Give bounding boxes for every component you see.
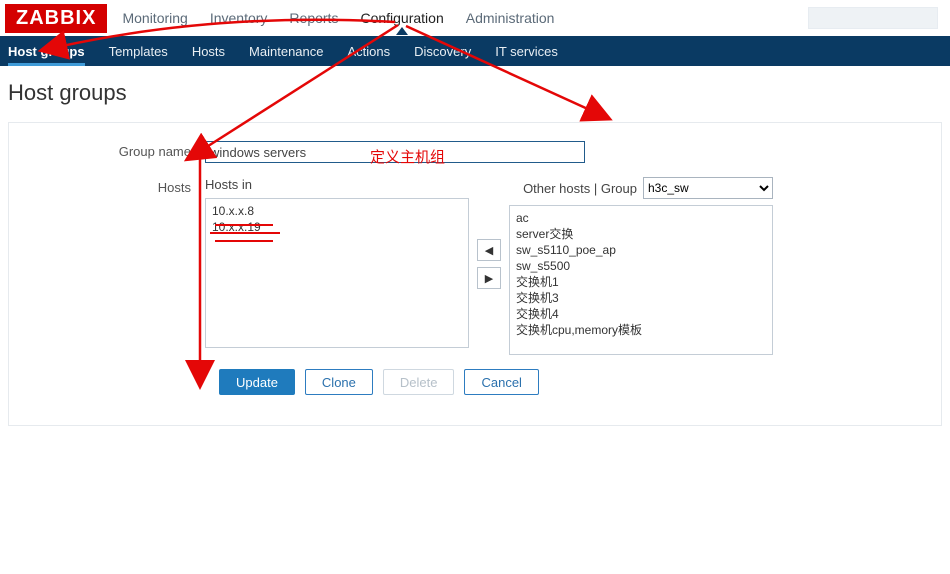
move-right-button[interactable]: ▶: [477, 267, 501, 289]
subnav-item[interactable]: Host groups: [8, 44, 85, 59]
form-panel: Group name Hosts Hosts in 10.x.x.810.x.x…: [8, 122, 942, 426]
group-name-input[interactable]: [205, 141, 585, 163]
list-item[interactable]: 10.x.x.19: [212, 219, 462, 235]
subnav-item[interactable]: Discovery: [414, 44, 471, 59]
list-item[interactable]: ac: [516, 210, 766, 226]
hosts-label: Hosts: [29, 177, 205, 199]
subnav-item[interactable]: Maintenance: [249, 44, 323, 59]
top-bar: ZABBIX Monitoring Inventory Reports Configu…: [0, 0, 950, 36]
subnav-item[interactable]: Hosts: [192, 44, 225, 59]
button-row: Update Clone Delete Cancel: [219, 369, 921, 395]
cancel-button[interactable]: Cancel: [464, 369, 538, 395]
list-item[interactable]: sw_s5110_poe_ap: [516, 242, 766, 258]
subnav-item[interactable]: Actions: [348, 44, 391, 59]
search-input[interactable]: [808, 7, 938, 29]
topnav-item[interactable]: Configuration: [360, 10, 443, 26]
list-item[interactable]: 交换机1: [516, 274, 766, 290]
topnav-item[interactable]: Administration: [466, 10, 555, 26]
clone-button[interactable]: Clone: [305, 369, 373, 395]
list-item[interactable]: server交换: [516, 226, 766, 242]
sub-nav: Host groups Templates Hosts Maintenance Acti…: [0, 36, 950, 66]
topnav-item[interactable]: Inventory: [210, 10, 268, 26]
page-title: Host groups: [0, 66, 950, 116]
top-nav: Monitoring Inventory Reports Configuration A…: [122, 10, 554, 26]
other-hosts-label: Other hosts | Group: [523, 181, 637, 196]
hosts-in-label: Hosts in: [205, 177, 469, 192]
subnav-item[interactable]: IT services: [495, 44, 558, 59]
logo: ZABBIX: [6, 5, 106, 32]
other-hosts-list[interactable]: acserver交换sw_s5110_poe_apsw_s5500交换机1交换机…: [509, 205, 773, 355]
update-button[interactable]: Update: [219, 369, 295, 395]
move-buttons: ◀ ▶: [477, 239, 501, 289]
group-select[interactable]: h3c_sw: [643, 177, 773, 199]
delete-button: Delete: [383, 369, 455, 395]
subnav-item[interactable]: Templates: [109, 44, 168, 59]
list-item[interactable]: 交换机3: [516, 290, 766, 306]
list-item[interactable]: 10.x.x.8: [212, 203, 462, 219]
topnav-item[interactable]: Reports: [289, 10, 338, 26]
topnav-item[interactable]: Monitoring: [122, 10, 187, 26]
list-item[interactable]: 交换机cpu,memory模板: [516, 322, 766, 338]
list-item[interactable]: 交换机4: [516, 306, 766, 322]
list-item[interactable]: sw_s5500: [516, 258, 766, 274]
group-name-label: Group name: [29, 141, 205, 163]
search-box: [808, 7, 938, 29]
move-left-button[interactable]: ◀: [477, 239, 501, 261]
hosts-in-list[interactable]: 10.x.x.810.x.x.19: [205, 198, 469, 348]
